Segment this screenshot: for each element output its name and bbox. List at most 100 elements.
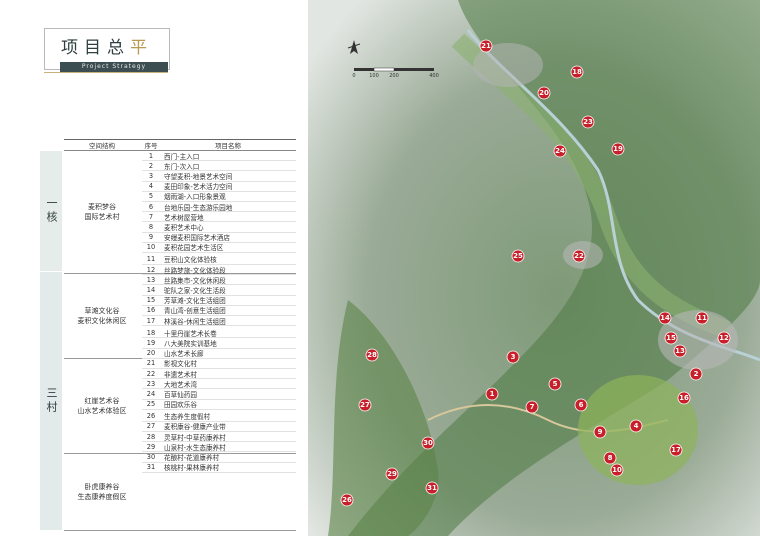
- row-project-name: 山水艺术长廊: [164, 350, 204, 359]
- row-number: 12: [146, 265, 156, 274]
- row-project-name: 灵草村-中草药康养村: [164, 433, 226, 442]
- map-marker-4[interactable]: 4: [629, 419, 643, 433]
- row-project-name: 东门-次入口: [164, 162, 200, 171]
- column-header-structure: 空间结构: [89, 142, 115, 150]
- scale-label: 100: [369, 73, 379, 79]
- table-row: 19 八大美院实训基地: [142, 338, 296, 349]
- row-project-name: 生态养生度假村: [164, 413, 211, 422]
- row-project-name: 丝路梦旅-文化体验段: [164, 266, 226, 275]
- row-number: 10: [146, 243, 156, 252]
- zone-name-line1: 卧虎康养谷: [84, 483, 120, 491]
- map-marker-13[interactable]: 13: [673, 344, 687, 358]
- row-number: 2: [148, 161, 154, 170]
- map-marker-9[interactable]: 9: [593, 425, 607, 439]
- map-marker-1[interactable]: 1: [485, 387, 499, 401]
- map-marker-23[interactable]: 23: [581, 115, 595, 129]
- marker-number: 25: [513, 252, 523, 260]
- map-marker-31[interactable]: 31: [425, 481, 439, 495]
- table-row: 4 麦田印象-艺术活力空间: [142, 182, 296, 192]
- marker-number: 22: [574, 252, 584, 260]
- map-marker-19[interactable]: 19: [611, 142, 625, 156]
- map-marker-3[interactable]: 3: [506, 350, 520, 364]
- marker-number: 5: [553, 380, 558, 388]
- row-project-name: 烟雨湖-入口形象景观: [164, 193, 226, 202]
- map-marker-22[interactable]: 22: [572, 249, 586, 263]
- map-marker-7[interactable]: 7: [525, 400, 539, 414]
- zone-maiji-dream-valley: 麦积梦谷 国际艺术村: [64, 151, 140, 273]
- row-project-name: 西门-主入口: [164, 152, 200, 161]
- map-marker-18[interactable]: 18: [570, 65, 584, 79]
- table-row: 15 芳草滩-文化生活组团: [142, 296, 296, 306]
- marker-number: 26: [342, 496, 352, 504]
- row-number: 7: [148, 212, 154, 221]
- marker-number: 13: [675, 347, 685, 355]
- marker-number: 16: [679, 394, 689, 402]
- marker-number: 23: [583, 118, 593, 126]
- map-marker-2[interactable]: 2: [689, 367, 703, 381]
- map-marker-10[interactable]: 10: [610, 463, 624, 477]
- zone-name-line1: 红崖艺术谷: [84, 397, 120, 405]
- map-marker-21[interactable]: 21: [479, 39, 493, 53]
- site-plan-map: 0 100 200 400 12345678910111213141516171…: [308, 0, 760, 536]
- marker-number: 14: [660, 314, 670, 322]
- map-marker-30[interactable]: 30: [421, 436, 435, 450]
- map-marker-11[interactable]: 11: [695, 311, 709, 325]
- map-marker-14[interactable]: 14: [658, 311, 672, 325]
- table-row: 26 生态养生度假村: [142, 412, 296, 422]
- row-number: 27: [146, 422, 156, 431]
- zone-name-line2: 山水艺术体验区: [77, 407, 127, 415]
- row-project-name: 艺术树屋营地: [164, 213, 204, 222]
- column-header-number: 序号: [144, 142, 158, 150]
- marker-number: 4: [634, 422, 639, 430]
- marker-number: 28: [367, 351, 377, 359]
- map-marker-17[interactable]: 17: [669, 443, 683, 457]
- table-bottom-rule: [64, 530, 296, 531]
- table-row: 2 东门-次入口: [142, 161, 296, 172]
- map-marker-29[interactable]: 29: [385, 467, 399, 481]
- row-project-name: 麦积康谷-健康产业带: [164, 423, 226, 432]
- map-marker-8[interactable]: 8: [603, 451, 617, 465]
- row-project-name: 核桃村-果林康养村: [164, 464, 220, 473]
- page-title-accent: 平: [130, 38, 153, 58]
- row-number: 31: [146, 463, 156, 472]
- row-number: 22: [146, 369, 156, 378]
- map-marker-6[interactable]: 6: [574, 398, 588, 412]
- row-number: 8: [148, 222, 154, 231]
- row-project-name: 青山湾-创意生活组团: [164, 307, 226, 316]
- table-row: 25 田园欢乐谷: [142, 400, 296, 410]
- row-project-name: 十里丹崖艺术长卷: [164, 329, 217, 338]
- map-marker-20[interactable]: 20: [537, 86, 551, 100]
- table-row: 14 驼队之家-文化生活段: [142, 285, 296, 296]
- marker-number: 27: [360, 401, 370, 409]
- map-marker-28[interactable]: 28: [365, 348, 379, 362]
- row-number: 29: [146, 442, 156, 451]
- marker-number: 8: [608, 454, 613, 462]
- table-row: 18 十里丹崖艺术长卷: [142, 328, 296, 339]
- row-number: 23: [146, 379, 156, 388]
- map-marker-16[interactable]: 16: [677, 391, 691, 405]
- map-marker-12[interactable]: 12: [717, 331, 731, 345]
- marker-number: 17: [671, 446, 681, 454]
- row-number: 19: [146, 338, 156, 347]
- table-row: 12 丝路梦旅-文化体验段: [142, 265, 296, 276]
- table-row: 17 林溪谷-休闲生活组团: [142, 316, 296, 327]
- marker-number: 9: [598, 428, 603, 436]
- map-marker-15[interactable]: 15: [664, 331, 678, 345]
- row-number: 4: [148, 182, 154, 191]
- table-row: 9 安缦麦积国际艺术酒店: [142, 233, 296, 243]
- marker-number: 21: [481, 42, 491, 50]
- map-marker-26[interactable]: 26: [340, 493, 354, 507]
- row-number: 16: [146, 306, 156, 315]
- row-number: 18: [146, 328, 156, 337]
- marker-number: 3: [511, 353, 516, 361]
- table-row: 23 大地艺术湾: [142, 379, 296, 390]
- map-marker-5[interactable]: 5: [548, 377, 562, 391]
- marker-number: 30: [423, 439, 433, 447]
- row-number: 9: [148, 233, 154, 242]
- map-marker-27[interactable]: 27: [358, 398, 372, 412]
- row-project-name: 守望麦积-地景艺术空间: [164, 172, 233, 181]
- row-project-name: 麦田印象-艺术活力空间: [164, 183, 233, 192]
- map-marker-25[interactable]: 25: [511, 249, 525, 263]
- map-marker-24[interactable]: 24: [553, 144, 567, 158]
- row-number: 24: [146, 389, 156, 398]
